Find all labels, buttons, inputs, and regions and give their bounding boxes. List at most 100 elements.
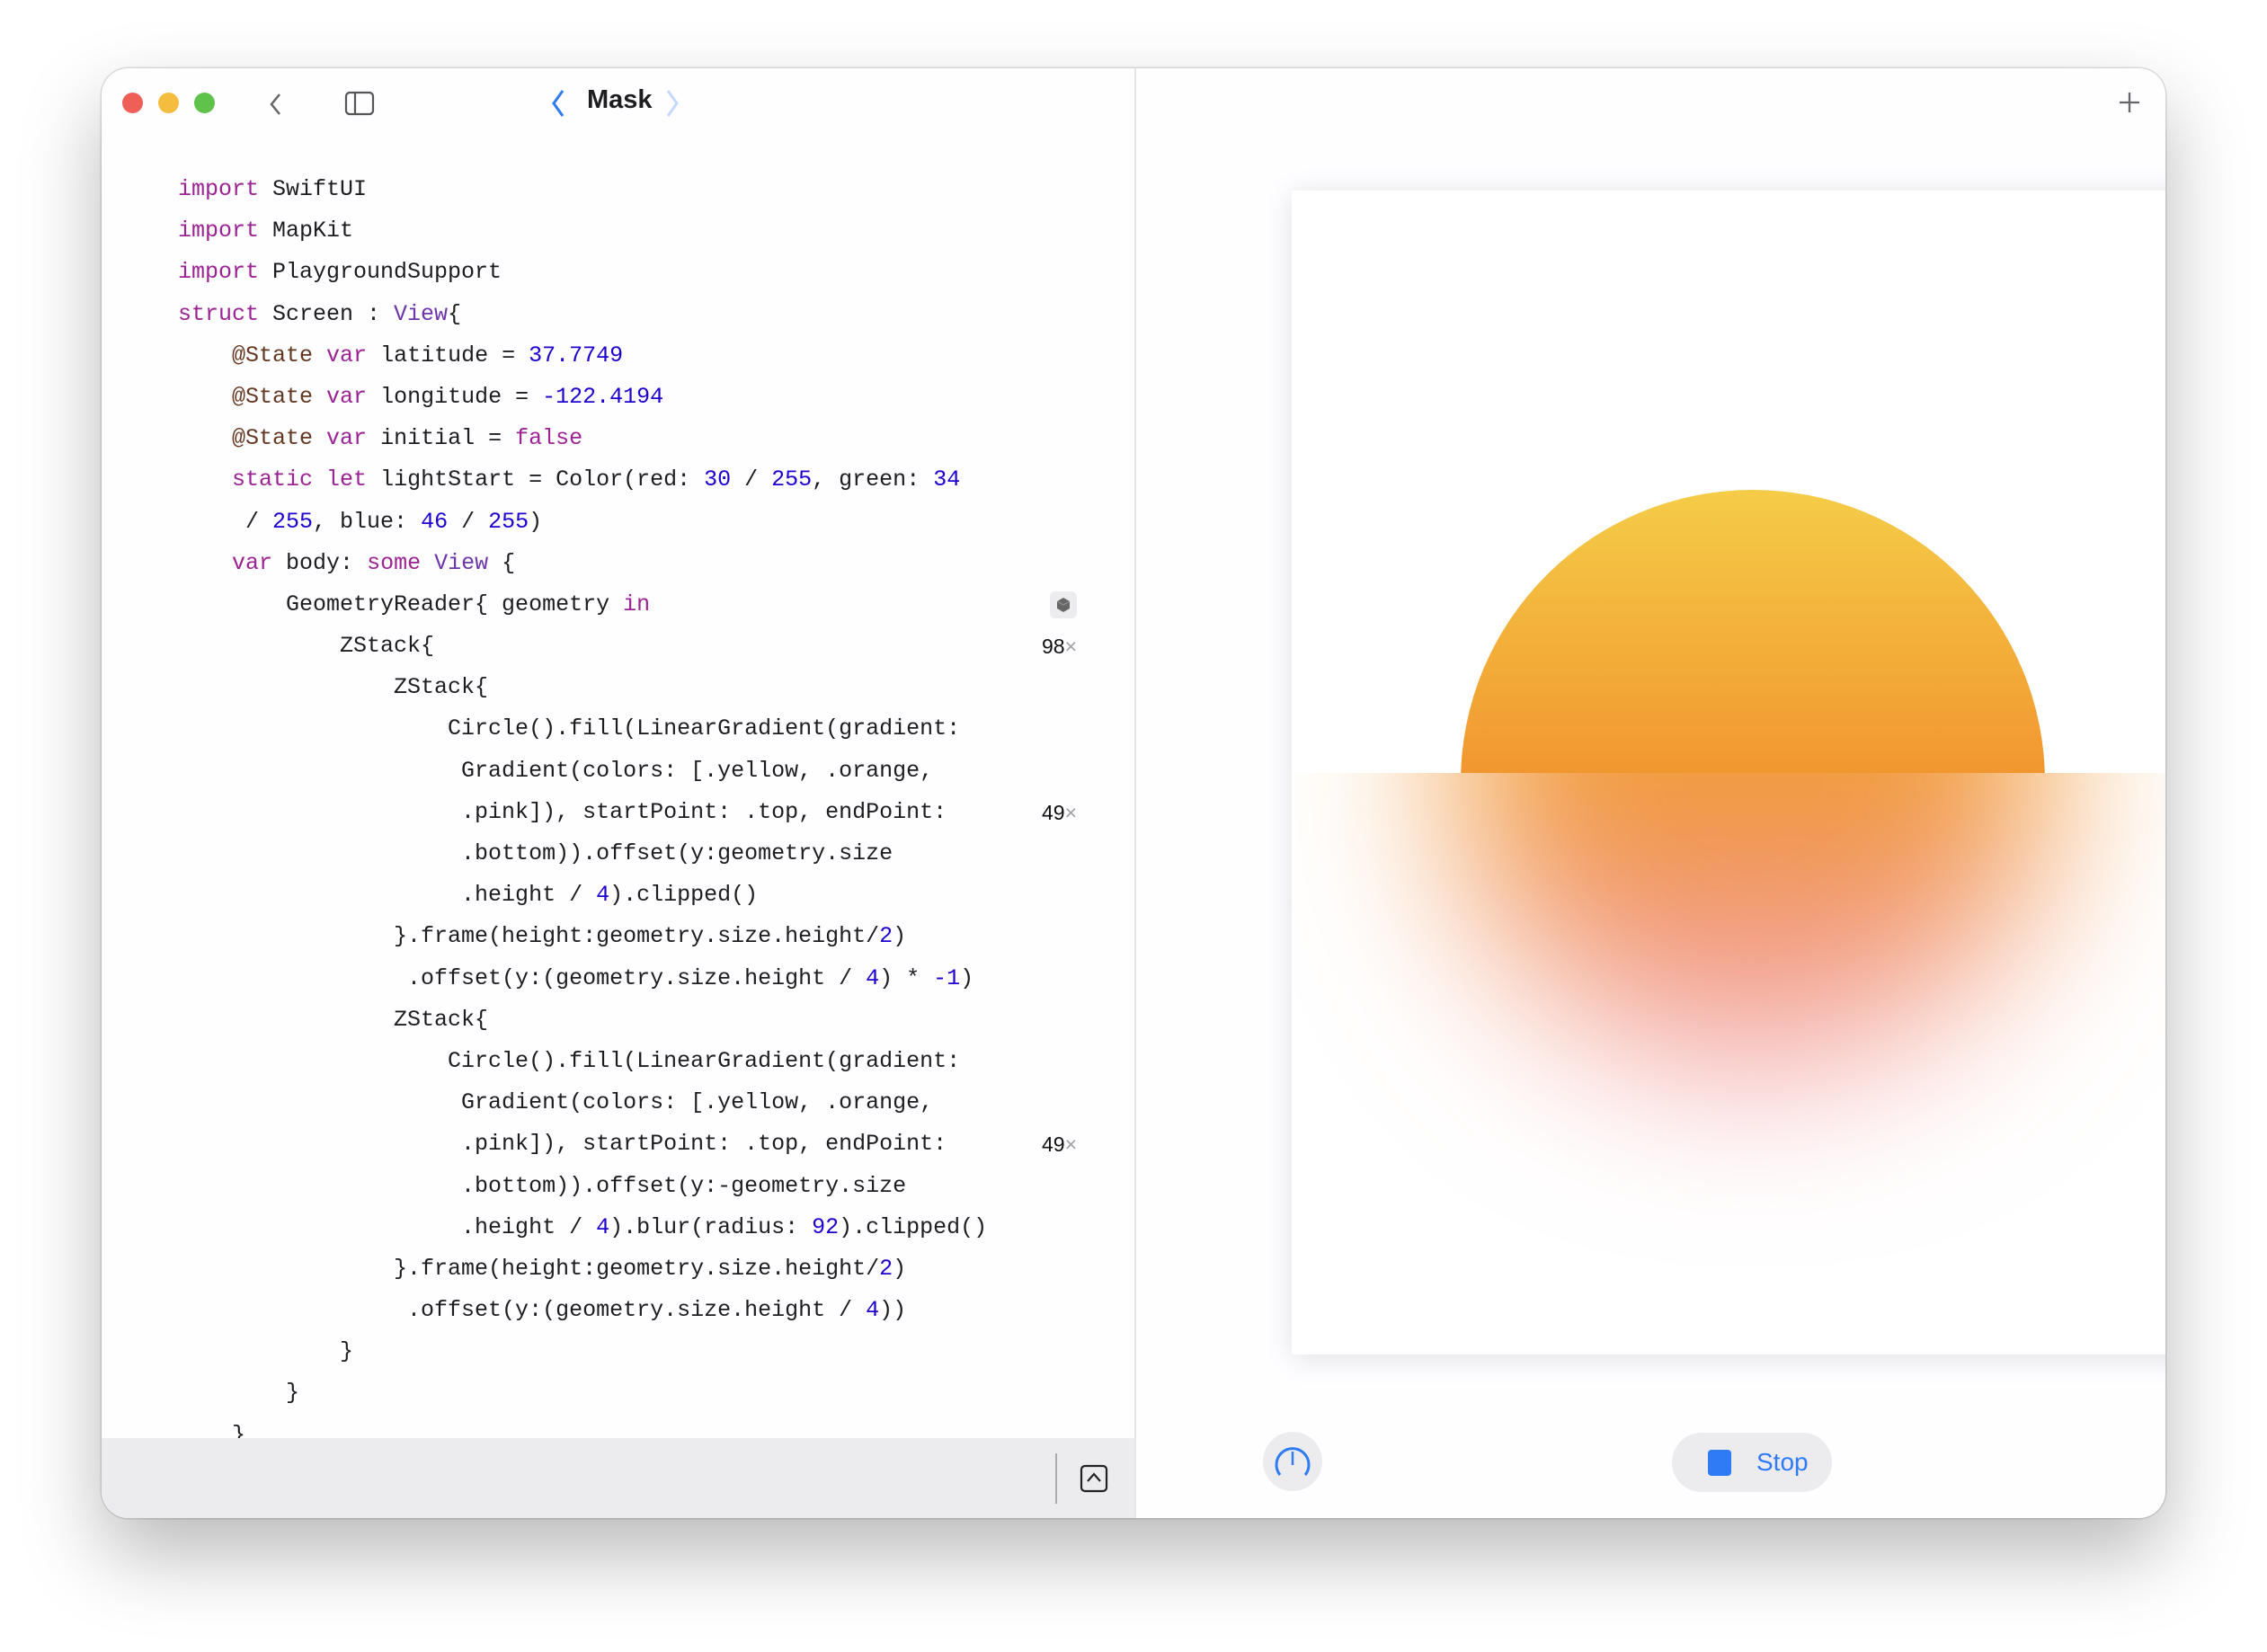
code-token: import [178, 259, 260, 286]
add-icon[interactable] [2116, 89, 2143, 116]
code-token: ).blur(radius: [609, 1213, 813, 1240]
code-token: import [178, 218, 260, 244]
code-token: ) [529, 508, 543, 535]
close-button[interactable] [122, 93, 143, 113]
code-token: struct [178, 300, 260, 327]
previous-page-chevron-icon[interactable] [548, 88, 568, 119]
execution-count-badge[interactable]: 49× [1042, 792, 1077, 833]
code-line[interactable]: @State var longitude = -122.4194 [178, 377, 1077, 418]
code-token: SwiftUI [259, 176, 368, 202]
code-token: .height / [178, 1213, 597, 1240]
code-token: 4 [596, 1213, 610, 1240]
code-token: Circle().fill(LinearGradient(gradient: [178, 1047, 961, 1074]
code-line[interactable]: .bottom)).offset(y:geometry.size [178, 833, 1077, 875]
code-line[interactable]: import PlaygroundSupport [178, 252, 1077, 293]
code-token: var [232, 549, 273, 576]
code-editor[interactable]: import SwiftUI import MapKit import Playgr… [178, 169, 1077, 1456]
code-token: -1 [933, 964, 961, 991]
code-line[interactable]: Gradient(colors: [.yellow, .orange, [178, 751, 1077, 792]
code-token: / [448, 508, 489, 535]
code-token: .pink]), startPoint: .top, endPoint: [178, 1131, 947, 1158]
sunset-render [1456, 490, 2049, 1070]
live-view-canvas[interactable] [1292, 191, 2165, 1354]
code-line[interactable]: .offset(y:(geometry.size.height / 4) * -… [178, 958, 1077, 999]
code-line[interactable]: Circle().fill(LinearGradient(gradient: [178, 708, 1077, 750]
code-token: / [178, 508, 273, 535]
code-line[interactable]: .height / 4).clipped() [178, 875, 1077, 916]
sidebar-toggle-icon[interactable] [344, 91, 375, 116]
code-token: .offset(y:(geometry.size.height / [178, 1297, 867, 1324]
code-line[interactable]: ZStack{98× [178, 626, 1077, 667]
code-token: 255 [771, 466, 813, 493]
code-token: }.frame(height:geometry.size.height/ [178, 923, 880, 950]
zoom-button[interactable] [194, 93, 215, 113]
code-token: 4 [866, 964, 880, 991]
code-token: View [434, 549, 489, 576]
stop-button[interactable]: Stop [1672, 1433, 1832, 1492]
code-token: View [394, 300, 449, 327]
code-editor-pane[interactable]: Mask import SwiftUI import MapKit import P… [102, 68, 1134, 1518]
code-line[interactable]: import MapKit [178, 210, 1077, 252]
code-line[interactable]: var body: some View { [178, 543, 1077, 584]
code-token: @State [178, 425, 314, 452]
code-line[interactable]: static let lightStart = Color(red: 30 / … [178, 459, 1077, 501]
minimize-button[interactable] [158, 93, 179, 113]
code-line[interactable]: struct Screen : View{ [178, 294, 1077, 335]
code-token: lightStart = Color(red: [367, 466, 705, 493]
execution-count-badge[interactable]: 49× [1042, 1124, 1077, 1165]
code-line[interactable]: } [178, 1331, 1077, 1372]
code-line[interactable]: ZStack{ [178, 999, 1077, 1041]
code-line[interactable]: import SwiftUI [178, 169, 1077, 210]
code-token: 4 [866, 1297, 880, 1324]
execution-count-badge[interactable]: 98× [1042, 626, 1077, 667]
code-line[interactable]: .pink]), startPoint: .top, endPoint: 49× [178, 792, 1077, 833]
code-token: } [178, 1380, 300, 1407]
speed-gauge-button[interactable] [1263, 1432, 1322, 1491]
console-bar [102, 1438, 1134, 1518]
code-line[interactable]: @State var initial = false [178, 418, 1077, 459]
code-token: ) [893, 1255, 907, 1282]
code-token: )) [879, 1297, 907, 1324]
cube-icon[interactable] [1050, 591, 1077, 618]
expand-console-icon[interactable] [1080, 1464, 1108, 1493]
code-line[interactable]: Gradient(colors: [.yellow, .orange, [178, 1082, 1077, 1124]
code-line[interactable]: .bottom)).offset(y:-geometry.size [178, 1166, 1077, 1207]
code-line[interactable]: / 255, blue: 46 / 255) [178, 502, 1077, 543]
code-line[interactable]: GeometryReader{ geometry in [178, 584, 1077, 626]
code-line[interactable]: .pink]), startPoint: .top, endPoint: 49× [178, 1124, 1077, 1165]
code-line[interactable]: }.frame(height:geometry.size.height/2) [178, 1248, 1077, 1290]
gauge-icon [1275, 1447, 1311, 1476]
code-line[interactable]: ZStack{ [178, 667, 1077, 708]
code-token: 37.7749 [529, 342, 624, 369]
code-token: 92 [812, 1213, 840, 1240]
next-page-chevron-icon[interactable] [662, 88, 682, 119]
code-token: 255 [488, 508, 529, 535]
code-token: var [326, 342, 368, 369]
code-line[interactable]: } [178, 1372, 1077, 1414]
code-token: ZStack{ [178, 1006, 489, 1033]
code-line[interactable]: }.frame(height:geometry.size.height/2) [178, 916, 1077, 957]
code-token: MapKit [259, 218, 354, 244]
code-token: GeometryReader{ geometry [178, 591, 624, 617]
times-symbol: × [1064, 800, 1077, 824]
code-token: ZStack{ [178, 674, 489, 701]
code-token: Gradient(colors: [.yellow, .orange, [178, 757, 934, 784]
back-chevron-icon[interactable] [266, 91, 286, 118]
code-token: Gradient(colors: [.yellow, .orange, [178, 1089, 934, 1116]
code-token: latitude = [367, 342, 529, 369]
code-line[interactable]: .offset(y:(geometry.size.height / 4)) [178, 1290, 1077, 1331]
code-line[interactable]: .height / 4).blur(radius: 92).clipped() [178, 1207, 1077, 1248]
code-line[interactable]: Circle().fill(LinearGradient(gradient: [178, 1041, 1077, 1082]
code-line[interactable]: @State var latitude = 37.7749 [178, 335, 1077, 377]
code-token: Circle().fill(LinearGradient(gradient: [178, 715, 961, 742]
code-token: PlaygroundSupport [259, 259, 502, 286]
code-token: 34 [933, 466, 961, 493]
code-token: ) [893, 923, 907, 950]
code-token: let [326, 466, 368, 493]
code-token: { [448, 300, 462, 327]
